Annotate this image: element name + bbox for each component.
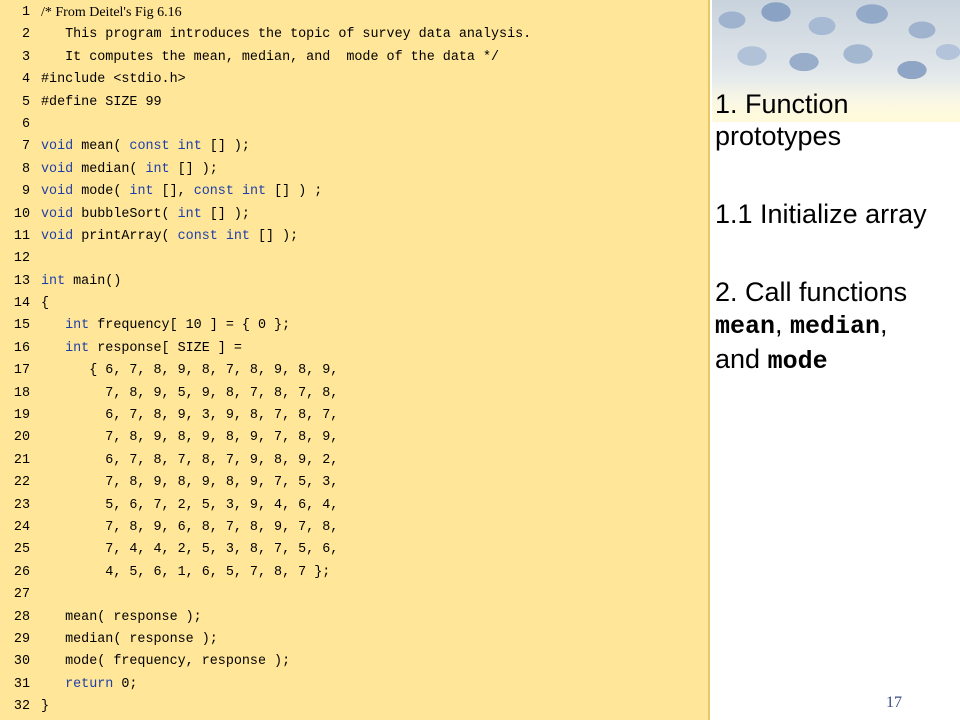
line-number: 16	[13, 340, 30, 356]
and-text: and	[715, 344, 768, 374]
line-number: 18	[13, 385, 30, 401]
separator-2: ,	[880, 309, 888, 339]
code-text: void median( int [] );	[41, 161, 218, 177]
slide-outline: 1. Function prototypes 1.1 Initialize ar…	[715, 88, 957, 378]
line-number: 12	[13, 251, 30, 267]
line-number: 26	[13, 564, 30, 580]
line-number: 25	[13, 542, 30, 558]
line-number: 7	[21, 139, 30, 155]
code-text: 7, 4, 4, 2, 5, 3, 8, 7, 5, 6,	[41, 542, 339, 558]
code-text: }	[41, 699, 50, 715]
line-number: 4	[21, 72, 30, 88]
outline-item-call-functions: 2. Call functions mean, median, and mode	[715, 276, 957, 378]
line-number: 3	[21, 49, 30, 65]
code-text: 4, 5, 6, 1, 6, 5, 7, 8, 7 };	[41, 564, 331, 580]
code-text: median( response );	[41, 631, 218, 647]
line-number: 2	[21, 27, 30, 43]
line-number: 23	[13, 497, 30, 513]
code-text: /* From Deitel's Fig 6.16	[41, 5, 182, 20]
code-text: 7, 8, 9, 6, 8, 7, 8, 9, 7, 8,	[41, 519, 339, 535]
line-number: 21	[13, 452, 30, 468]
code-text: #define SIZE 99	[41, 94, 162, 110]
line-number: 1	[21, 5, 30, 20]
line-number: 17	[13, 363, 30, 379]
median-keyword: median	[790, 312, 881, 341]
code-text: {	[41, 296, 50, 312]
code-text: mean( response );	[41, 609, 202, 625]
code-text: 5, 6, 7, 2, 5, 3, 9, 4, 6, 4,	[41, 497, 339, 513]
line-number: 27	[13, 587, 30, 603]
line-number: 9	[21, 184, 30, 200]
line-number: 5	[21, 94, 30, 110]
code-text: int main()	[41, 273, 122, 289]
line-number: 28	[13, 609, 30, 625]
code-text: return 0;	[65, 676, 138, 692]
line-number: 14	[13, 296, 30, 312]
line-number: 22	[13, 475, 30, 491]
line-number: 29	[13, 631, 30, 647]
page-number: 17	[886, 694, 902, 711]
call-functions-text: 2. Call functions	[715, 277, 908, 307]
line-number: 6	[21, 116, 30, 132]
code-text: 7, 8, 9, 8, 9, 8, 9, 7, 5, 3,	[41, 475, 339, 491]
mean-keyword: mean	[715, 312, 776, 341]
code-text: #include <stdio.h>	[41, 72, 186, 88]
line-number: 8	[21, 161, 30, 177]
code-text: { 6, 7, 8, 9, 8, 7, 8, 9, 8, 9,	[41, 363, 339, 379]
code-text: This program introduces the topic of sur…	[41, 27, 532, 43]
code-text: 7, 8, 9, 5, 9, 8, 7, 8, 7, 8,	[41, 385, 339, 401]
outline-item-initialize-array: 1.1 Initialize array	[715, 199, 927, 229]
code-text: 7, 8, 9, 8, 9, 8, 9, 7, 8, 9,	[41, 430, 339, 446]
line-number: 15	[13, 318, 30, 334]
code-text: void printArray( const int [] );	[41, 228, 299, 244]
mode-keyword: mode	[767, 347, 828, 376]
separator-1: ,	[775, 309, 791, 339]
line-number: 24	[13, 519, 30, 535]
outline-item-function-prototypes: 1. Function prototypes	[715, 89, 849, 151]
code-text: void mode( int [], const int [] ) ;	[41, 184, 323, 200]
line-number: 20	[13, 430, 30, 446]
line-number: 11	[13, 228, 30, 244]
code-text: int frequency[ 10 ] = { 0 };	[65, 318, 291, 334]
code-text: It computes the mean, median, and mode o…	[41, 49, 500, 65]
code-text: mode( frequency, response );	[41, 654, 291, 670]
code-text: 6, 7, 8, 9, 3, 9, 8, 7, 8, 7,	[41, 408, 339, 424]
code-text: 6, 7, 8, 7, 8, 7, 9, 8, 9, 2,	[41, 452, 339, 468]
code-text: void bubbleSort( int [] );	[41, 206, 250, 222]
line-number: 30	[13, 654, 30, 670]
code-listing-panel: 1 /* From Deitel's Fig 6.16 2 This program…	[0, 0, 710, 720]
code-text: void mean( const int [] );	[41, 139, 250, 155]
code-text: int response[ SIZE ] =	[65, 340, 242, 356]
line-number: 10	[13, 206, 30, 222]
line-number: 31	[13, 676, 30, 692]
line-number: 19	[13, 408, 30, 424]
line-number: 13	[13, 273, 30, 289]
line-number: 32	[13, 699, 30, 715]
